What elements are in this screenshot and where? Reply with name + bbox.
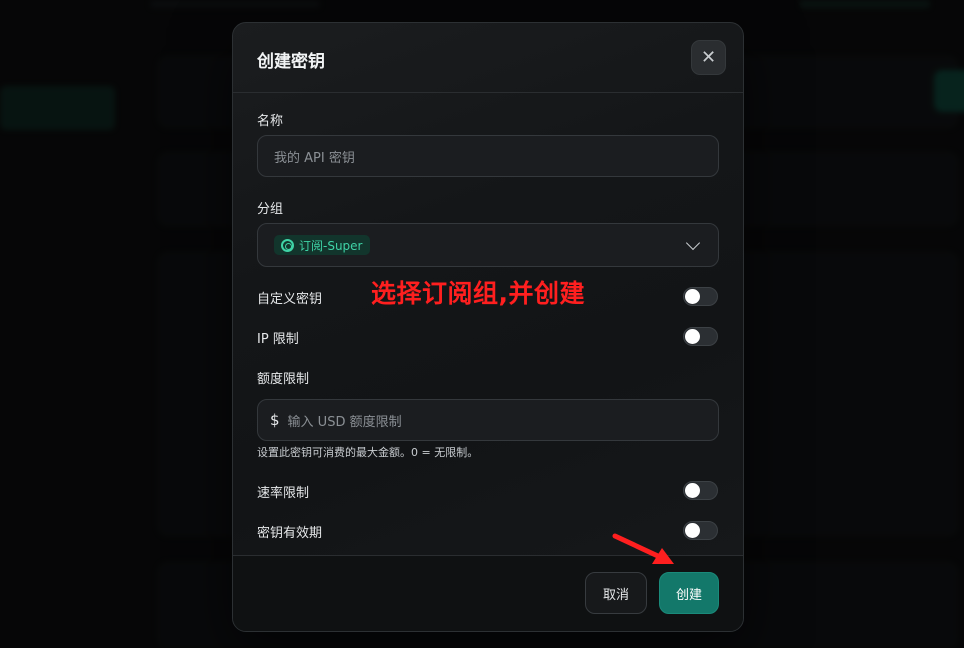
rate-limit-label: 速率限制: [257, 486, 310, 501]
quota-label: 额度限制: [257, 372, 310, 387]
quota-input-placeholder: 输入 USD 额度限制: [287, 414, 402, 430]
dollar-icon: $: [270, 411, 280, 429]
create-button[interactable]: 创建: [659, 572, 719, 614]
group-select[interactable]: 订阅-Super: [257, 223, 719, 267]
chevron-down-icon: [685, 235, 701, 251]
quota-hint: 设置此密钥可消费的最大金额。0 = 无限制。: [257, 446, 479, 459]
openai-icon: [281, 238, 294, 252]
dialog-title: 创建密钥: [257, 52, 325, 72]
annotation-text: 选择订阅组,并创建: [371, 279, 585, 308]
ip-limit-label: IP 限制: [257, 332, 299, 347]
custom-key-label: 自定义密钥: [257, 292, 323, 307]
name-input[interactable]: 我的 API 密钥: [257, 135, 719, 177]
expiry-label: 密钥有效期: [257, 526, 323, 541]
quota-input[interactable]: $ 输入 USD 额度限制: [257, 399, 719, 441]
group-selected-value: 订阅-Super: [299, 238, 363, 253]
name-input-placeholder: 我的 API 密钥: [274, 150, 355, 166]
expiry-toggle[interactable]: [683, 521, 718, 540]
dialog-header: 创建密钥 ✕: [233, 23, 743, 93]
cancel-button[interactable]: 取消: [585, 572, 647, 614]
ip-limit-toggle[interactable]: [683, 327, 718, 346]
name-label: 名称: [257, 114, 284, 129]
rate-limit-toggle[interactable]: [683, 481, 718, 500]
group-label: 分组: [257, 202, 284, 217]
close-button[interactable]: ✕: [691, 40, 726, 75]
custom-key-toggle[interactable]: [683, 287, 718, 306]
annotation-arrow-icon: [612, 533, 674, 564]
close-icon: ✕: [700, 47, 717, 68]
group-badge: 订阅-Super: [274, 235, 370, 255]
